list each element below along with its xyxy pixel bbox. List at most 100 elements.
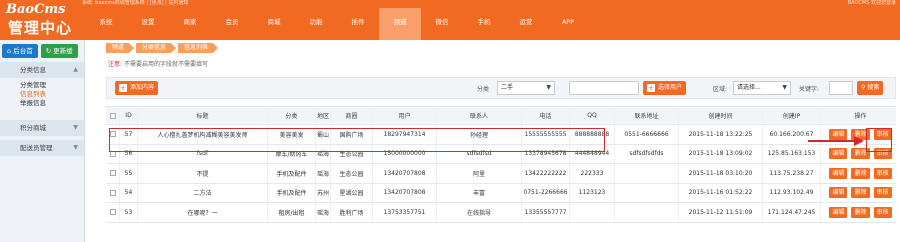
edit-button[interactable]: 编辑	[829, 128, 848, 140]
row-checkbox-cell	[106, 183, 120, 202]
breadcrumb-item[interactable]: 分类信息	[136, 43, 176, 53]
cell-category: 摩车/助冈车	[268, 144, 316, 163]
cell-title: 在哪呢？一	[138, 203, 268, 222]
region-select[interactable]: 请选择... ▼	[733, 81, 791, 95]
cell-created-time: 2015-11-12 11:51:09	[679, 203, 763, 222]
nav-item-mall[interactable]: 商城	[253, 8, 295, 40]
cell-contact: sdfsdfsd	[437, 144, 522, 163]
sidebar-item-reports[interactable]: 举报信息	[0, 99, 84, 108]
breadcrumb-item[interactable]: 频道	[106, 43, 134, 53]
review-button[interactable]: 审核	[873, 206, 892, 218]
nav-item-wechat[interactable]: 微信	[421, 8, 463, 40]
cell-contact: 丰富	[437, 183, 522, 202]
delete-button[interactable]: 删除	[851, 206, 870, 218]
cell-district: 生态公园	[331, 144, 373, 163]
row-checkbox[interactable]	[109, 131, 116, 138]
row-checkbox-cell	[106, 125, 120, 144]
delete-button[interactable]: 删除	[851, 128, 870, 140]
col-address: 联系地址	[615, 107, 679, 124]
review-button[interactable]: 审核	[873, 128, 892, 140]
cell-created-ip: 171.124.47.245	[763, 203, 821, 222]
row-checkbox[interactable]	[109, 150, 116, 157]
cell-category: 手机及配件	[268, 164, 316, 183]
nav-item-mobile[interactable]: 手机	[463, 8, 505, 40]
sidebar-item-info-list[interactable]: 信息列表	[0, 90, 84, 99]
col-category: 分类	[268, 107, 316, 124]
row-checkbox-cell	[106, 164, 120, 183]
cell-id: 53	[120, 203, 138, 222]
select-user-button[interactable]: + 选择用户	[643, 81, 687, 95]
user-input[interactable]	[569, 81, 639, 95]
col-business-district: 商圈	[331, 107, 373, 124]
sidebar-group-delivery[interactable]: 配送员管理 ▼	[0, 140, 84, 156]
nav-item-operations[interactable]: 运营	[505, 8, 547, 40]
delete-button[interactable]: 删除	[851, 167, 870, 179]
cell-phone: 13355557777	[522, 203, 570, 222]
breadcrumb: 频道 分类信息 信息列表	[106, 43, 220, 53]
nav-item-merchants[interactable]: 商家	[169, 8, 211, 40]
select-all-checkbox[interactable]	[109, 112, 116, 119]
cell-phone: 0751-2266666	[522, 183, 570, 202]
table-row: 53 在哪呢？一 租房/出租 瑶海 胜利广场 13753357751 在线指导 1335555…	[106, 203, 896, 223]
nav-item-features[interactable]: 功能	[295, 8, 337, 40]
breadcrumb-item[interactable]: 信息列表	[178, 43, 218, 53]
refresh-cache-button[interactable]: ↻ 更新缓	[40, 44, 78, 58]
cell-address	[615, 183, 679, 202]
chevron-up-icon: ▲	[73, 66, 78, 73]
cell-address	[615, 203, 679, 222]
notice-body: 不需要启用的字段就不需要填写	[123, 61, 208, 68]
edit-button[interactable]: 编辑	[829, 187, 848, 199]
nav-item-app[interactable]: APP	[547, 8, 589, 40]
top-bar: BaoCms 管理中心 系统: baocms商城管理系统 | [更改] | 站内…	[0, 0, 900, 40]
review-button[interactable]: 审核	[873, 148, 892, 160]
cell-actions: 编辑 删除 审核	[821, 164, 900, 183]
keyword-input[interactable]	[829, 81, 853, 95]
cell-address: sdfsdfsdfds	[615, 144, 679, 163]
sidebar-item-category-manage[interactable]: 分类管理	[0, 81, 84, 90]
cell-area: 瑶海	[316, 164, 331, 183]
delete-button[interactable]: 删除	[851, 187, 870, 199]
edit-button[interactable]: 编辑	[829, 148, 848, 160]
sidebar-group-label: 配送员管理	[20, 144, 53, 152]
edit-button[interactable]: 编辑	[829, 167, 848, 179]
nav-item-channel[interactable]: 频道	[379, 8, 421, 40]
row-checkbox[interactable]	[109, 189, 116, 196]
cell-category: 美容美发	[268, 125, 316, 144]
table-row: 54 二方法 手机及配件 苏州 星湖公园 13420707808 丰富 0751-226666…	[106, 183, 896, 203]
cell-district: 生态公园	[331, 164, 373, 183]
user-info: BAOCMS 欢迎您登录	[847, 0, 896, 6]
row-checkbox[interactable]	[109, 170, 116, 177]
cell-district: 星湖公园	[331, 183, 373, 202]
row-checkbox[interactable]	[109, 209, 116, 216]
chevron-down-icon: ▼	[73, 124, 78, 131]
plus-icon: +	[647, 84, 655, 92]
row-checkbox-cell	[106, 144, 120, 163]
app-title: 管理中心	[8, 19, 73, 37]
home-button[interactable]: ⌂ 后台首	[2, 44, 38, 58]
table-row: 56 fsdf 摩车/助冈车 瑶海 生态公园 15000000000 sdfsdfsd 133…	[106, 144, 896, 164]
delete-button[interactable]: 删除	[851, 148, 870, 160]
add-content-button[interactable]: + 添加内容	[115, 81, 159, 95]
cell-created-time: 2015-11-18 13:09:02	[679, 144, 763, 163]
nav-item-system[interactable]: 系统	[85, 8, 127, 40]
sidebar-group-points-mall[interactable]: 积分商城 ▼	[0, 120, 84, 136]
edit-button[interactable]: 编辑	[829, 206, 848, 218]
col-id: ID	[120, 107, 138, 124]
nav-item-members[interactable]: 会员	[211, 8, 253, 40]
cell-district: 胜利广场	[331, 203, 373, 222]
system-info: 系统: baocms商城管理系统 | [更改] | 站内通知	[82, 0, 189, 6]
search-label: 搜索	[867, 84, 880, 91]
nav-item-plugins[interactable]: 插件	[337, 8, 379, 40]
review-button[interactable]: 审核	[873, 187, 892, 199]
cell-created-ip: 60.166.200.67	[763, 125, 821, 144]
search-button[interactable]: ⚲ 搜索	[857, 81, 884, 95]
category-select[interactable]: 二手 ▼	[497, 81, 555, 95]
category-select-value: 二手	[501, 84, 514, 91]
sidebar-group-label: 分类信息	[20, 66, 46, 74]
cell-qq: 222333	[570, 164, 615, 183]
cell-created-time: 2015-11-18 13:22:25	[679, 125, 763, 144]
nav-item-settings[interactable]: 设置	[127, 8, 169, 40]
sidebar-group-classified[interactable]: 分类信息 ▲	[0, 62, 84, 78]
info-table: ID 标题 分类 地区 商圈 用户 联系人 电话 QQ 联系地址 创建时间 创建…	[106, 106, 896, 223]
review-button[interactable]: 审核	[873, 167, 892, 179]
